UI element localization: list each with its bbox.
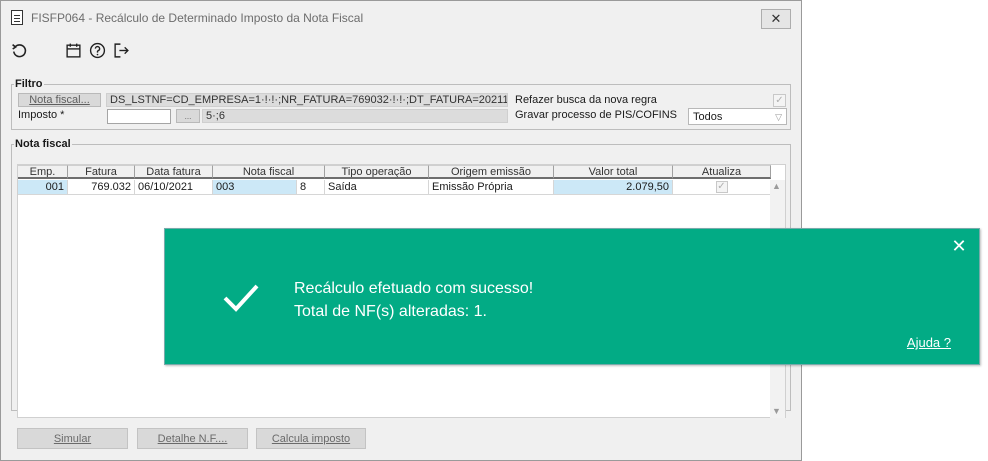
close-icon: ✕ xyxy=(770,11,782,26)
nota-fiscal-legend: Nota fiscal xyxy=(15,138,71,150)
gravar-label: Gravar processo de PIS/COFINS xyxy=(515,109,677,121)
atualiza-checkbox[interactable]: ✓ xyxy=(715,181,728,193)
toast-message-line1: Recálculo efetuado com sucesso! xyxy=(294,280,534,297)
cell-atualiza: ✓ xyxy=(673,180,771,195)
cell-fatura: 769.032 xyxy=(68,180,135,195)
gravar-select[interactable]: Todos ▽ xyxy=(688,108,787,125)
column-header[interactable]: Nota fiscal xyxy=(213,165,325,179)
filtro-group: Filtro Nota fiscal... DS_LSTNF=CD_EMPRES… xyxy=(11,78,791,130)
toolbar xyxy=(9,39,131,61)
cell-emp: 001 xyxy=(18,180,68,195)
column-header[interactable]: Valor total xyxy=(554,165,673,179)
window-close-button[interactable]: ✕ xyxy=(761,9,791,29)
column-header[interactable]: Origem emissão xyxy=(429,165,554,179)
simular-button[interactable]: Simular xyxy=(17,428,128,449)
imposto-description-field: 5·;6 xyxy=(202,109,508,123)
filtro-legend: Filtro xyxy=(15,78,43,90)
imposto-input[interactable] xyxy=(107,109,171,124)
checkmark-icon: ✓ xyxy=(775,95,784,106)
window-title: FISFP064 - Recálculo de Determinado Impo… xyxy=(31,10,364,25)
document-icon xyxy=(11,10,23,25)
help-icon[interactable] xyxy=(87,40,107,60)
checkmark-icon xyxy=(223,284,259,312)
imposto-label: Imposto * xyxy=(18,109,65,121)
success-toast: ✕ Recálculo efetuado com sucesso! Total … xyxy=(164,228,980,365)
toast-close-button[interactable]: ✕ xyxy=(949,236,969,256)
refresh-icon[interactable] xyxy=(9,40,29,60)
close-icon: ✕ xyxy=(951,236,967,256)
scroll-down-icon[interactable]: ▼ xyxy=(772,406,781,416)
cell-nota: 003 xyxy=(213,180,297,195)
calcula-imposto-button[interactable]: Calcula imposto xyxy=(256,428,366,449)
grid-header: Emp. Fatura Data fatura Nota fiscal Tipo… xyxy=(18,165,771,179)
exit-icon[interactable] xyxy=(111,40,131,60)
nota-fiscal-button[interactable]: Nota fiscal... xyxy=(18,93,101,107)
refazer-checkbox[interactable]: ✓ xyxy=(773,94,786,107)
toast-message: Recálculo efetuado com sucesso! Total de… xyxy=(294,277,533,323)
title-bar: FISFP064 - Recálculo de Determinado Impo… xyxy=(1,1,801,34)
cell-serie: 8 xyxy=(297,180,325,195)
column-header[interactable]: Tipo operação xyxy=(325,165,429,179)
toast-help-link[interactable]: Ajuda ? xyxy=(907,335,951,350)
nota-fiscal-filter-field: DS_LSTNF=CD_EMPRESA=1·!·!·;NR_FATURA=769… xyxy=(106,93,508,107)
cell-origem: Emissão Própria xyxy=(429,180,554,195)
column-header[interactable]: Emp. xyxy=(18,165,68,179)
imposto-lookup-button[interactable]: ... xyxy=(176,109,200,123)
scroll-up-icon[interactable]: ▲ xyxy=(772,181,781,191)
column-header[interactable]: Atualiza xyxy=(673,165,771,179)
cell-tipo: Saída xyxy=(325,180,429,195)
cell-valor: 2.079,50 xyxy=(554,180,673,195)
calendar-icon[interactable] xyxy=(63,40,83,60)
table-row[interactable]: 001 769.032 06/10/2021 003 8 Saída Emiss… xyxy=(18,180,771,195)
detalhe-nf-button[interactable]: Detalhe N.F.... xyxy=(137,428,248,449)
chevron-down-icon: ▽ xyxy=(775,112,782,122)
toast-message-line2: Total de NF(s) alteradas: 1. xyxy=(294,303,487,320)
column-header[interactable]: Fatura xyxy=(68,165,135,179)
column-header[interactable]: Data fatura xyxy=(135,165,213,179)
cell-data: 06/10/2021 xyxy=(135,180,213,195)
refazer-label: Refazer busca da nova regra xyxy=(515,94,657,106)
